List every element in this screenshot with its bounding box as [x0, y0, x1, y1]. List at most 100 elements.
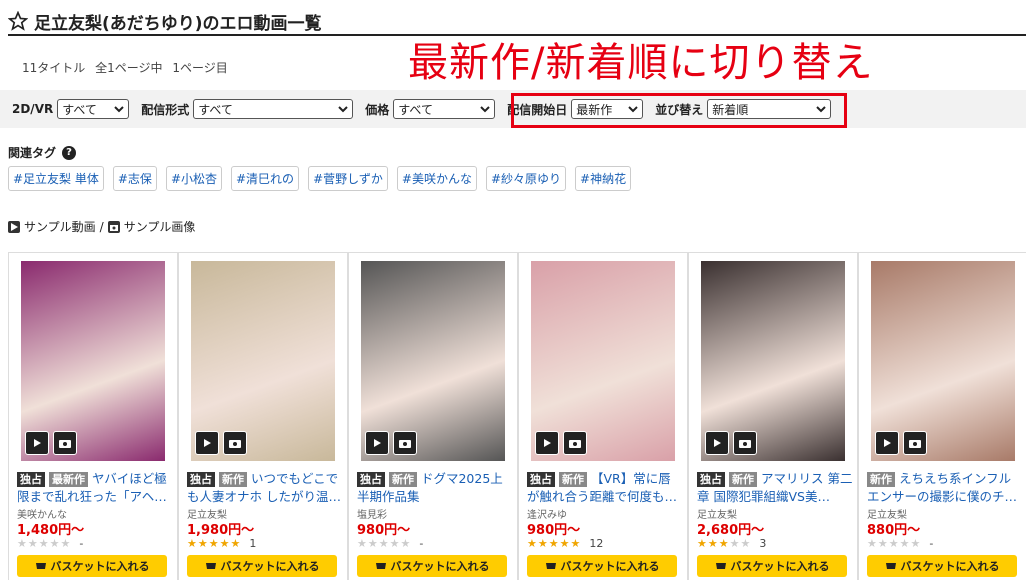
- thumbnail-buttons: [25, 431, 77, 455]
- add-to-basket-button[interactable]: バスケットに入れる: [697, 555, 847, 577]
- add-to-basket-button[interactable]: バスケットに入れる: [357, 555, 507, 577]
- format-filter-select[interactable]: すべて: [193, 99, 354, 119]
- star-icon: ★: [378, 536, 389, 550]
- product-card[interactable]: 独占 新作 【VR】常に唇が触れ合う距離で何度も… 逢沢みゆ 980円〜 ★ ★ ★ ★ ★ 1…: [518, 252, 688, 580]
- price-filter-value: すべて: [398, 102, 433, 117]
- star-icon: ★: [389, 536, 400, 550]
- product-price: 980円〜: [357, 523, 411, 538]
- tag-link[interactable]: #志保: [112, 166, 157, 191]
- review-count: 3: [759, 537, 767, 550]
- product-card[interactable]: 独占 最新作 ヤバイほど極限まで乱れ狂った「アヘ… 美咲かんな 1,480円〜 ★ ★ ★…: [8, 252, 178, 580]
- product-card[interactable]: 新作 えちえち系インフルエンサーの撮影に僕のチ… 足立友梨 880円〜 ★ ★ ★ ★ ★ - バ…: [858, 252, 1026, 580]
- annotation-overlay-text: 最新作/新着順に切り替え: [408, 40, 874, 86]
- tag-link[interactable]: #小松杏: [165, 166, 222, 191]
- star-rating: ★ ★ ★ ★ ★ -: [17, 537, 83, 550]
- product-price: 980円〜: [527, 523, 581, 538]
- format-filter-label: 配信形式: [141, 102, 190, 117]
- thumbnail-buttons: [195, 431, 247, 455]
- badge: 新作: [218, 472, 247, 487]
- camera-sample-icon[interactable]: [53, 431, 77, 455]
- badge: 新作: [728, 472, 757, 487]
- product-title-link[interactable]: 独占 最新作 ヤバイほど極限まで乱れ狂った「アヘ…: [17, 470, 173, 504]
- play-sample-icon[interactable]: [535, 431, 559, 455]
- sample-movie-label: サンプル動画: [24, 220, 96, 234]
- basket-label: バスケットに入れる: [390, 560, 490, 573]
- badge: 独占: [527, 472, 555, 487]
- vr-filter-select[interactable]: すべて: [57, 99, 130, 119]
- tag-link[interactable]: #美咲かんな: [396, 166, 477, 191]
- page-total: 全1ページ中: [95, 61, 163, 75]
- legend-separator: /: [99, 219, 104, 234]
- favorite-star-icon[interactable]: [8, 11, 28, 31]
- add-to-basket-button[interactable]: バスケットに入れる: [17, 555, 167, 577]
- related-tags-label: 関連タグ: [8, 146, 57, 160]
- badge: 独占: [187, 472, 215, 487]
- vr-filter-value: すべて: [62, 102, 97, 117]
- product-card[interactable]: 独占 新作 いつでもどこでも人妻オナホ したがり温… 足立友梨 1,980円〜 ★ ★ ★…: [178, 252, 348, 580]
- review-count: -: [79, 537, 84, 550]
- tag-link[interactable]: #神納花: [575, 166, 632, 191]
- product-title-link[interactable]: 独占 新作 【VR】常に唇が触れ合う距離で何度も…: [527, 470, 683, 504]
- badge: 新作: [867, 472, 895, 487]
- thumbnail-buttons: [705, 431, 757, 455]
- camera-sample-icon[interactable]: [393, 431, 417, 455]
- chevron-down-icon: [480, 106, 490, 113]
- star-rating: ★ ★ ★ ★ ★ -: [867, 537, 933, 550]
- price-filter-label: 価格: [365, 102, 390, 117]
- star-icon: ★: [208, 536, 219, 550]
- camera-sample-icon[interactable]: [733, 431, 757, 455]
- play-sample-icon[interactable]: [195, 431, 219, 455]
- play-sample-icon[interactable]: [875, 431, 899, 455]
- star-icon: ★: [187, 536, 197, 550]
- price-filter-select[interactable]: すべて: [393, 99, 496, 119]
- product-title-link[interactable]: 新作 えちえち系インフルエンサーの撮影に僕のチ…: [867, 470, 1023, 504]
- star-icon: ★: [27, 536, 38, 550]
- product-price: 1,480円〜: [17, 523, 85, 538]
- sample-image-label: サンプル画像: [123, 220, 196, 234]
- badge: 独占: [17, 472, 45, 487]
- star-icon: ★: [197, 536, 208, 550]
- basket-label: バスケットに入れる: [730, 560, 830, 573]
- star-icon: ★: [38, 536, 49, 550]
- play-sample-icon[interactable]: [365, 431, 389, 455]
- camera-sample-icon[interactable]: [223, 431, 247, 455]
- chevron-down-icon: [114, 106, 124, 113]
- thumbnail-buttons: [365, 431, 417, 455]
- star-icon: ★: [400, 536, 411, 550]
- basket-label: バスケットに入れる: [560, 560, 660, 573]
- product-title-link[interactable]: 独占 新作 いつでもどこでも人妻オナホ したがり温…: [187, 470, 343, 504]
- play-sample-icon[interactable]: [25, 431, 49, 455]
- product-title-link[interactable]: 独占 新作 アマリリス 第二章 国際犯罪組織VS美…: [697, 470, 853, 504]
- basket-label: バスケットに入れる: [900, 560, 1000, 573]
- product-card[interactable]: 独占 新作 ドグマ2025上半期作品集 塩見彩 980円〜 ★ ★ ★ ★ ★ - バスケットに入…: [348, 252, 518, 580]
- star-icon: ★: [357, 536, 367, 550]
- tag-list: #足立友梨 単体 #志保 #小松杏 #清巳れの #菅野しずか #美咲かんな #紗々原ゆり #神…: [8, 166, 632, 191]
- star-icon: ★: [729, 536, 740, 550]
- thumbnail-buttons: [875, 431, 927, 455]
- add-to-basket-button[interactable]: バスケットに入れる: [867, 555, 1017, 577]
- basket-label: バスケットに入れる: [50, 560, 150, 573]
- star-icon: ★: [230, 536, 241, 550]
- tag-link[interactable]: #菅野しずか: [308, 166, 388, 191]
- camera-sample-icon[interactable]: [903, 431, 927, 455]
- badge: 独占: [357, 472, 385, 487]
- annotation-highlight-box: [511, 93, 847, 128]
- add-to-basket-button[interactable]: バスケットに入れる: [527, 555, 677, 577]
- help-icon[interactable]: ?: [62, 145, 77, 160]
- product-title-link[interactable]: 独占 新作 ドグマ2025上半期作品集: [357, 470, 513, 504]
- tag-link[interactable]: #紗々原ゆり: [485, 166, 567, 191]
- sample-legend: サンプル動画 / サンプル画像: [8, 218, 195, 235]
- camera-sample-icon[interactable]: [563, 431, 587, 455]
- star-icon: ★: [888, 536, 899, 550]
- tag-link[interactable]: #清巳れの: [231, 166, 300, 191]
- title-count: 11タイトル: [22, 61, 86, 75]
- product-card[interactable]: 独占 新作 アマリリス 第二章 国際犯罪組織VS美… 足立友梨 2,680円〜 ★ ★ ★…: [688, 252, 858, 580]
- star-rating: ★ ★ ★ ★ ★ 1: [187, 537, 256, 550]
- basket-icon: [375, 563, 386, 569]
- basket-icon: [205, 563, 216, 569]
- tag-link[interactable]: #足立友梨 単体: [8, 166, 104, 191]
- play-sample-icon[interactable]: [705, 431, 729, 455]
- add-to-basket-button[interactable]: バスケットに入れる: [187, 555, 337, 577]
- star-icon: ★: [910, 536, 921, 550]
- star-rating: ★ ★ ★ ★ ★ -: [357, 537, 423, 550]
